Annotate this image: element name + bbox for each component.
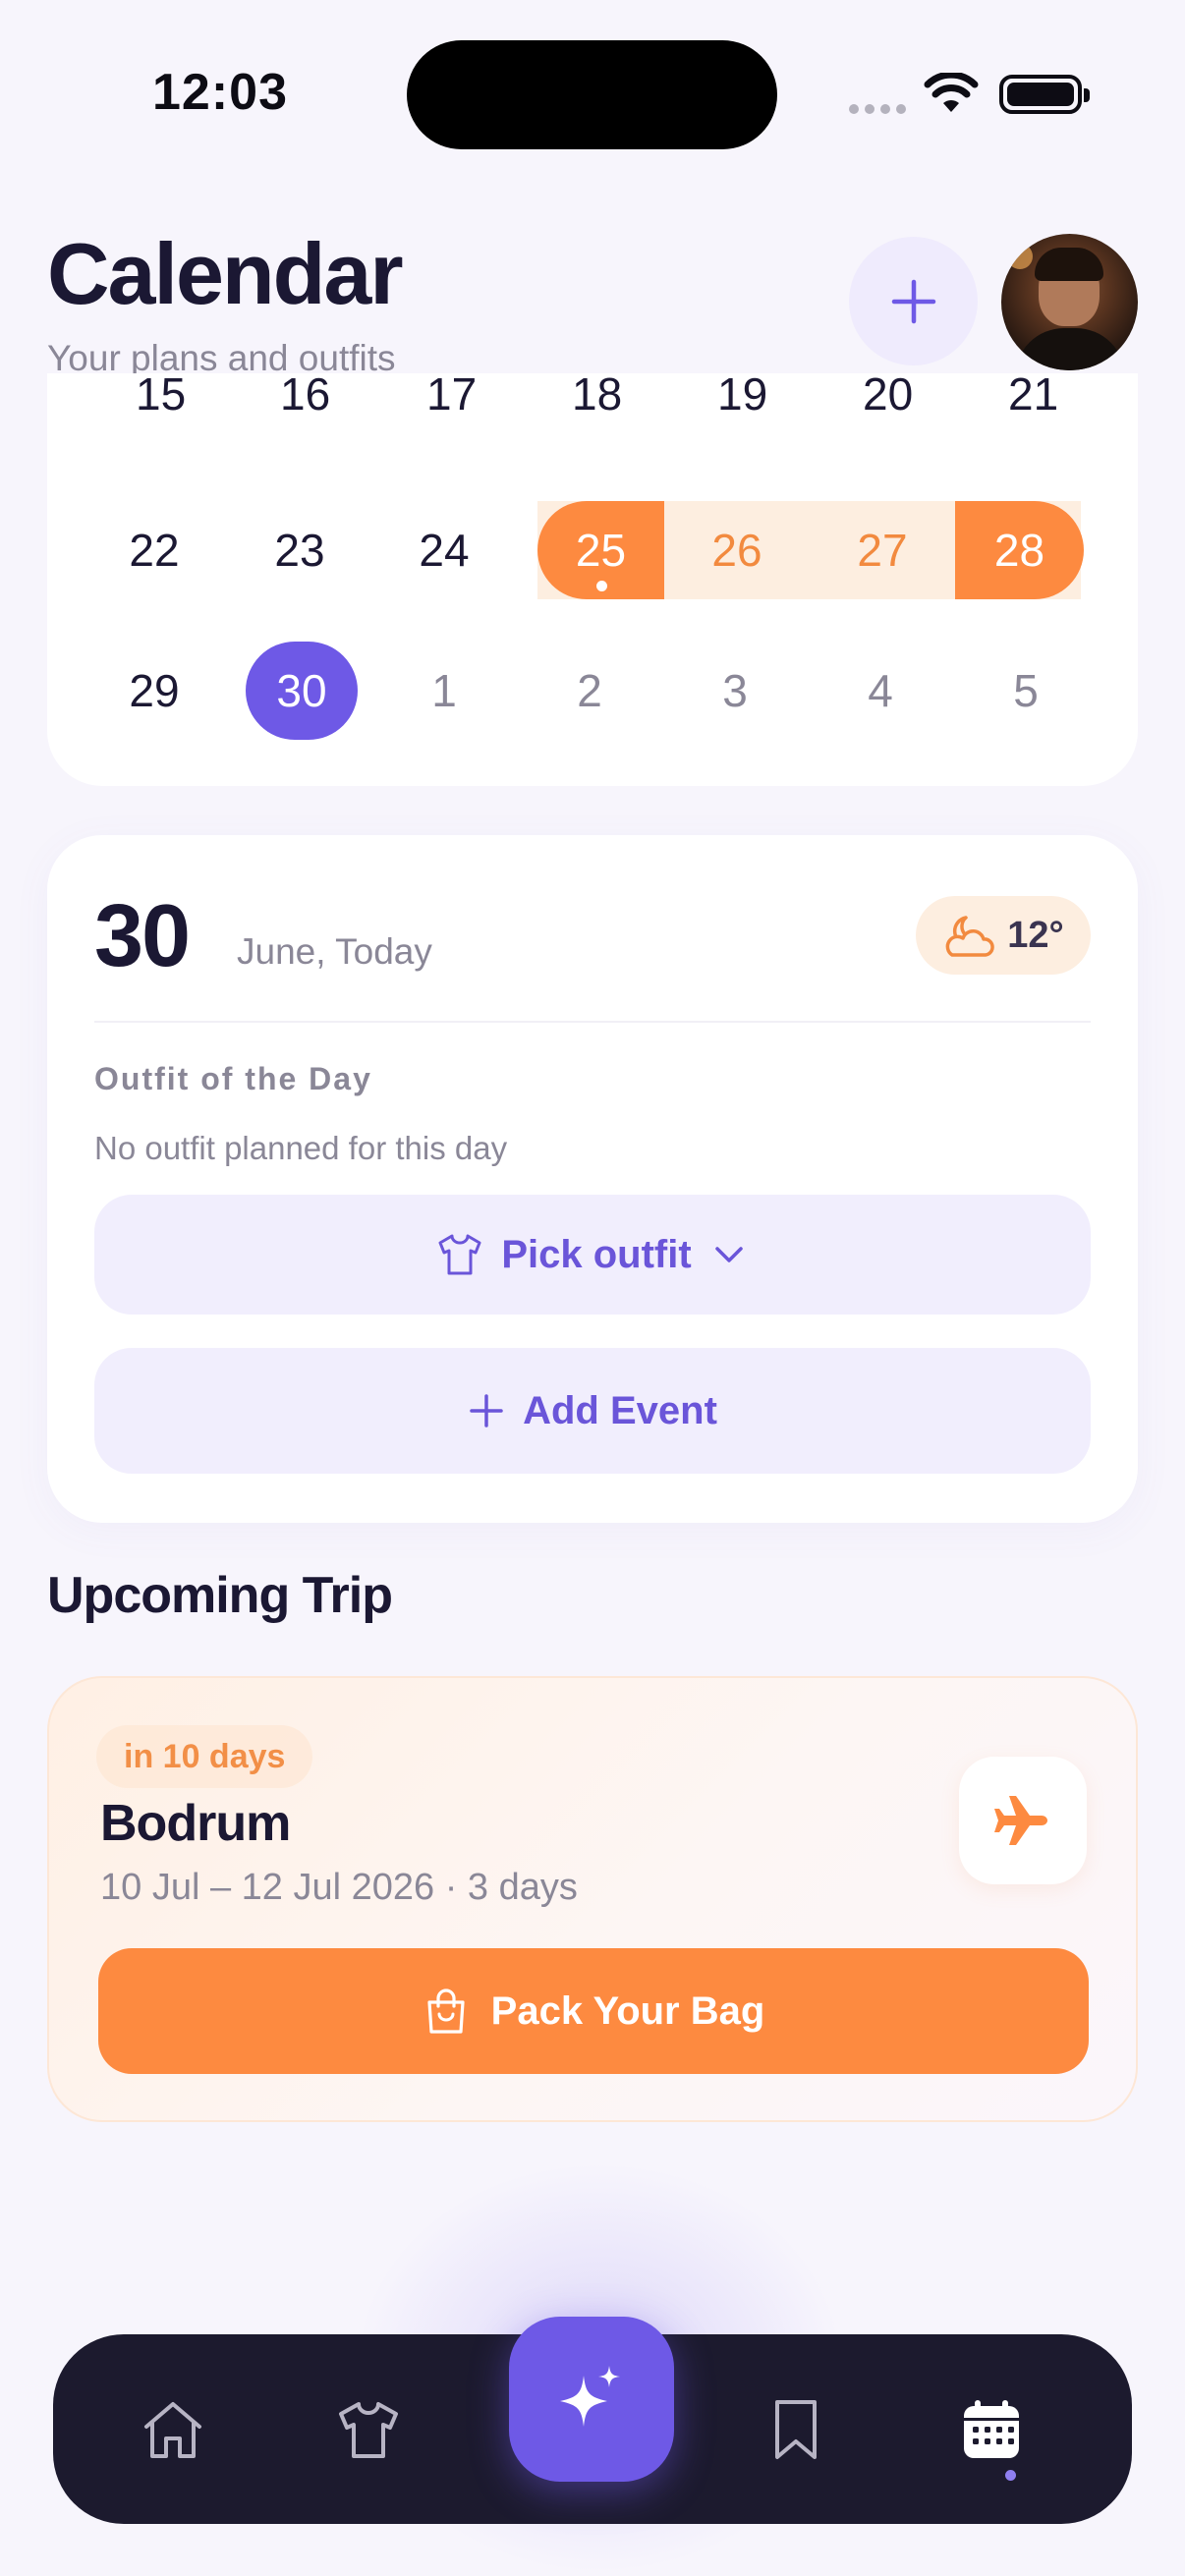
calendar-day[interactable]: 4 [824,642,936,740]
sparkles-icon [560,2366,620,2427]
calendar-day[interactable]: 2 [534,642,646,740]
shopping-bag-icon [427,1988,465,2034]
calendar-day[interactable]: 17 [426,373,477,420]
nav-saved[interactable] [722,2334,870,2524]
calendar-day-trip-end[interactable]: 28 [955,501,1084,599]
status-time: 12:03 [152,64,288,121]
trip-dates: 10 Jul – 12 Jul 2026 · 3 days [100,1867,578,1908]
calendar-day[interactable]: 5 [970,642,1082,740]
day-label: June, Today [237,931,432,972]
battery-icon [999,75,1090,114]
pack-bag-button[interactable]: Pack Your Bag [98,1948,1089,2074]
calendar-day[interactable]: 29 [98,642,210,740]
upcoming-trip-heading: Upcoming Trip [47,1567,393,1624]
calendar-day[interactable]: 19 [717,373,767,420]
calendar-day[interactable]: 3 [679,642,791,740]
calendar-day[interactable]: 24 [388,501,500,599]
chevron-down-icon [714,1247,743,1262]
trip-destination: Bodrum [100,1795,291,1852]
calendar-day[interactable]: 18 [572,373,622,420]
add-event-button[interactable]: Add Event [94,1348,1091,1474]
weather-temp: 12° [1007,914,1064,956]
bookmark-icon [775,2399,817,2459]
pick-outfit-button[interactable]: Pick outfit [94,1195,1091,1315]
calendar-day-trip-start[interactable]: 25 [537,501,664,599]
pick-outfit-label: Pick outfit [501,1232,692,1276]
active-indicator [1005,2470,1016,2481]
calendar-day[interactable]: 22 [98,501,210,599]
ai-stylist-button[interactable] [509,2317,674,2482]
outfit-heading: Outfit of the Day [94,1061,372,1096]
plus-icon [470,1394,503,1428]
home-icon [144,2401,201,2458]
wardrobe-icon [339,2401,398,2458]
calendar-day[interactable]: 1 [388,642,500,740]
weather-badge: 12° [916,896,1091,975]
calendar-day[interactable]: 27 [810,501,955,599]
plus-icon [891,279,935,323]
calendar-day[interactable]: 15 [136,373,186,420]
nav-calendar[interactable] [918,2334,1065,2524]
calendar-day[interactable]: 16 [280,373,330,420]
calendar-day-label: 25 [575,525,627,576]
outfit-empty-text: No outfit planned for this day [94,1130,508,1166]
avatar[interactable] [1001,234,1138,370]
calendar-day[interactable]: 23 [244,501,356,599]
calendar-icon [964,2399,1019,2458]
event-dot [595,581,607,591]
signal-icon [849,104,906,114]
wifi-icon [924,73,979,112]
calendar-day[interactable]: 26 [664,501,810,599]
divider [94,1021,1091,1023]
trip-countdown-badge: in 10 days [96,1725,313,1788]
plane-tile [959,1757,1087,1884]
airplane-icon [994,1796,1047,1845]
page-title: Calendar [47,225,404,322]
calendar-day[interactable]: 21 [1008,373,1058,420]
day-details-card: 30 June, Today 12° Outfit of the Day No … [47,835,1138,1523]
nav-home[interactable] [99,2334,247,2524]
nav-wardrobe[interactable] [295,2334,442,2524]
calendar-day-today[interactable]: 30 [246,642,358,740]
dynamic-island [407,40,777,149]
pack-bag-label: Pack Your Bag [490,1988,765,2033]
add-button[interactable] [849,237,978,365]
tshirt-icon [438,1234,481,1275]
calendar-grid: 15 16 17 18 19 20 21 22 23 24 25 26 27 2… [47,373,1138,786]
day-number: 30 [94,887,191,985]
trip-card[interactable]: in 10 days Bodrum 10 Jul – 12 Jul 2026 ·… [47,1676,1138,2122]
cloud-moon-icon [945,916,995,957]
calendar-day[interactable]: 20 [863,373,913,420]
add-event-label: Add Event [523,1388,717,1432]
